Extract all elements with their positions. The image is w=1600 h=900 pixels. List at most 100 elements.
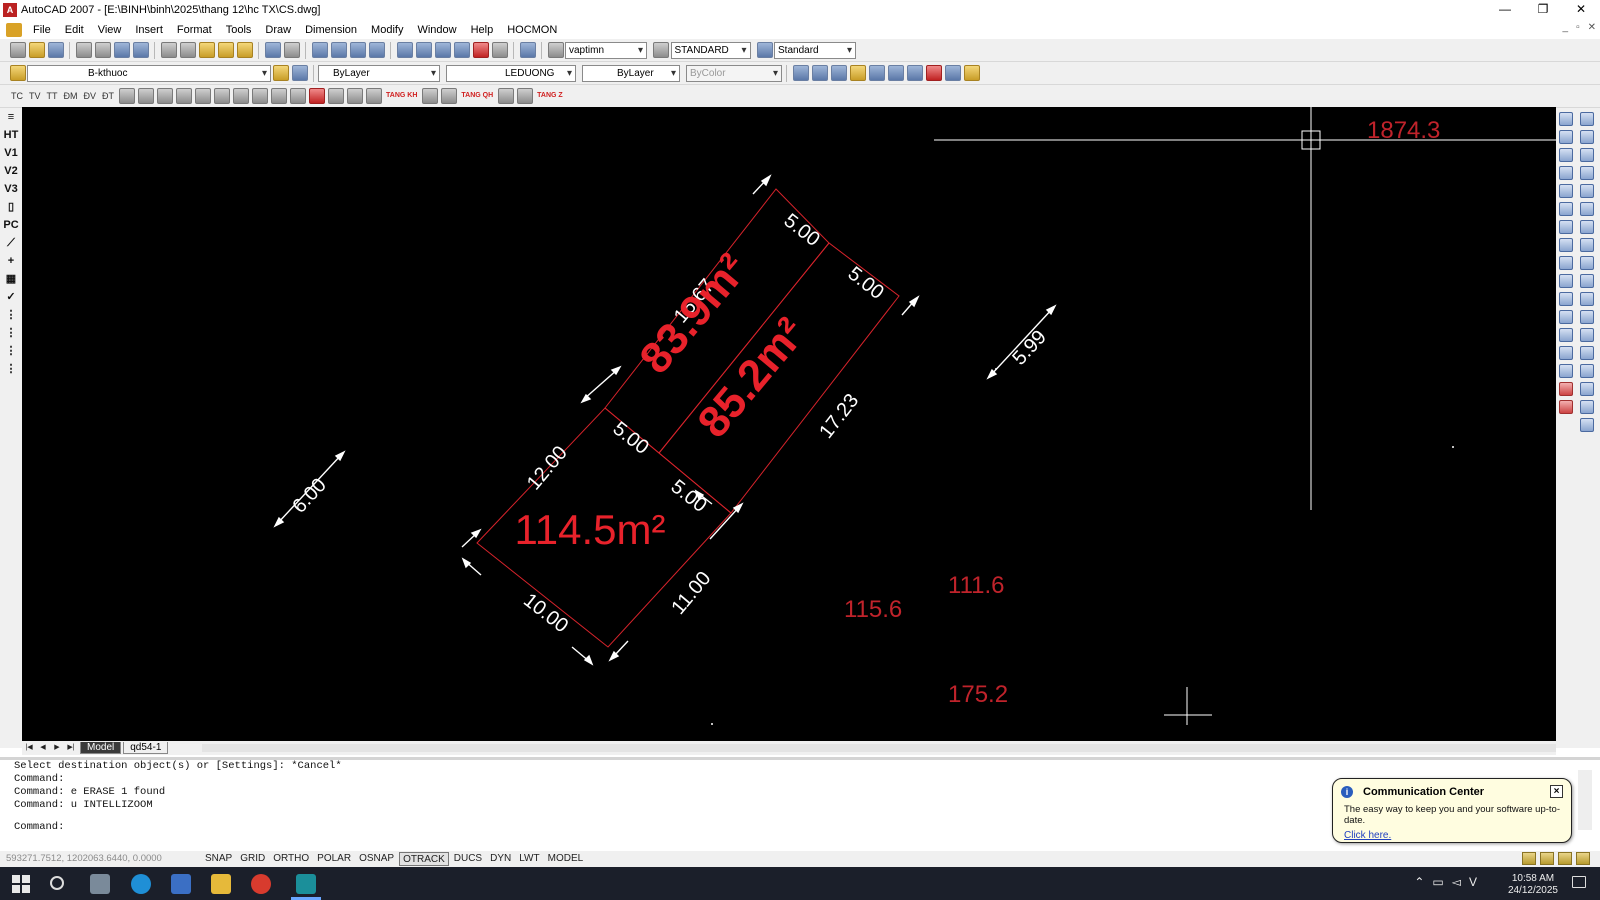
explode-icon[interactable]: [1559, 364, 1573, 378]
left-button-v2[interactable]: V2: [0, 162, 22, 180]
custom-tool-15-icon[interactable]: [421, 88, 438, 104]
coordinate-display[interactable]: 593271.7512, 1202063.6440, 0.0000: [4, 852, 200, 866]
first-tab-button[interactable]: |◀: [22, 742, 36, 754]
next-tab-button[interactable]: ▶: [50, 742, 64, 754]
quickcalc-icon[interactable]: [491, 42, 508, 58]
tab-qd54-1[interactable]: qd54-1: [123, 742, 169, 754]
chrome-icon[interactable]: [251, 874, 271, 894]
dim-style-icon[interactable]: [653, 42, 669, 58]
task-view-icon[interactable]: [90, 874, 110, 894]
menu-draw[interactable]: Draw: [258, 24, 298, 36]
open-icon[interactable]: [28, 42, 45, 58]
custom-tool-18-icon[interactable]: [516, 88, 533, 104]
table-style-icon[interactable]: [756, 42, 773, 58]
redo-icon[interactable]: [283, 42, 300, 58]
custom-button-dt[interactable]: ĐT: [102, 91, 114, 101]
layer-tool-1-icon[interactable]: [792, 65, 809, 81]
last-tab-button[interactable]: ▶|: [64, 742, 78, 754]
custom-tool-10-icon[interactable]: [289, 88, 306, 104]
left-button-ht[interactable]: HT: [0, 126, 22, 144]
dim-style-select[interactable]: STANDARD: [670, 41, 751, 59]
arc-length-icon[interactable]: [1580, 148, 1594, 162]
diameter-dim-icon[interactable]: [1580, 220, 1594, 234]
custom-button-tt[interactable]: TT: [47, 91, 58, 101]
pan-icon[interactable]: [311, 42, 328, 58]
menu-hocmon[interactable]: HOCMON: [500, 24, 564, 36]
custom-button-tv[interactable]: TV: [29, 91, 41, 101]
file-explorer-icon[interactable]: [211, 874, 231, 894]
left-button-v1[interactable]: V1: [0, 144, 22, 162]
ducs-toggle[interactable]: DUCS: [451, 852, 485, 866]
table-style-select[interactable]: Standard: [774, 41, 856, 59]
layer-select[interactable]: B-kthuoc: [27, 64, 271, 82]
dyn-toggle[interactable]: DYN: [487, 852, 514, 866]
drawing-canvas[interactable]: 16.67 5.00 5.00 12.00 5.00 5.00 17.23 11…: [22, 107, 1556, 741]
hatch-icon[interactable]: [1559, 328, 1573, 342]
custom-tool-4-icon[interactable]: [175, 88, 192, 104]
custom-tool-7-icon[interactable]: [232, 88, 249, 104]
ray-icon[interactable]: [1559, 166, 1573, 180]
plot-icon[interactable]: [75, 42, 92, 58]
break-icon[interactable]: [1559, 220, 1573, 234]
left-tool-check-icon[interactable]: ✓: [0, 288, 22, 306]
lineweight-select[interactable]: ByLayer: [582, 64, 680, 82]
left-button-v3[interactable]: V3: [0, 180, 22, 198]
custom-tool-3-icon[interactable]: [156, 88, 173, 104]
edge-icon[interactable]: [131, 874, 151, 894]
layer-tool-4-icon[interactable]: [849, 65, 866, 81]
custom-tool-5-icon[interactable]: [194, 88, 211, 104]
document-menu-icon[interactable]: [6, 22, 22, 37]
custom-tool-9-icon[interactable]: [270, 88, 287, 104]
autocad-logo-icon[interactable]: A: [3, 3, 17, 17]
layer-tool-7-icon[interactable]: [906, 65, 923, 81]
tool-palettes-icon[interactable]: [434, 42, 451, 58]
comm-center-icon[interactable]: [1522, 852, 1536, 865]
construction-line-icon[interactable]: [1559, 148, 1573, 162]
tab-model[interactable]: Model: [80, 742, 122, 754]
left-tool-xy4-icon[interactable]: ⋮: [0, 360, 22, 378]
left-tool-box-icon[interactable]: ▯: [0, 198, 22, 216]
zoom-previous-icon[interactable]: [368, 42, 385, 58]
quick-leader-icon[interactable]: [1580, 310, 1594, 324]
extend-icon[interactable]: [1559, 202, 1573, 216]
layer-previous-icon[interactable]: [291, 65, 308, 81]
block-editor-icon[interactable]: [236, 42, 253, 58]
dim-text-edit-icon[interactable]: [1580, 382, 1594, 396]
polar-toggle[interactable]: POLAR: [314, 852, 354, 866]
doc-restore-button[interactable]: ▫: [1576, 22, 1580, 33]
jogged-dim-icon[interactable]: [1580, 202, 1594, 216]
custom-button-tc[interactable]: TC: [11, 91, 23, 101]
help-icon[interactable]: [519, 42, 536, 58]
dim-style-manager-icon[interactable]: [1580, 418, 1594, 432]
linear-dim-icon[interactable]: [1580, 112, 1594, 126]
custom-tool-1-icon[interactable]: [118, 88, 135, 104]
stretch-icon[interactable]: [1559, 310, 1573, 324]
offset-icon[interactable]: [1559, 292, 1573, 306]
custom-button-tang-qh[interactable]: TANG QH: [461, 92, 493, 100]
doc-minimize-button[interactable]: _: [1563, 22, 1569, 33]
properties-icon[interactable]: [396, 42, 413, 58]
clean-screen-icon[interactable]: [1576, 852, 1590, 865]
publish-icon[interactable]: [113, 42, 130, 58]
zoom-window-icon[interactable]: [349, 42, 366, 58]
close-button[interactable]: ✕: [1562, 0, 1600, 18]
left-tool-line-icon[interactable]: ⟋: [0, 234, 22, 252]
zoom-realtime-icon[interactable]: [330, 42, 347, 58]
left-tool-xy3-icon[interactable]: ⋮: [0, 342, 22, 360]
left-tool-top-icon[interactable]: ≡: [0, 108, 22, 126]
layer-tool-10-icon[interactable]: [963, 65, 980, 81]
ortho-toggle[interactable]: ORTHO: [270, 852, 312, 866]
layer-tool-5-icon[interactable]: [868, 65, 885, 81]
angular-dim-icon[interactable]: [1580, 238, 1594, 252]
region-icon[interactable]: [1559, 256, 1573, 270]
layer-tool-6-icon[interactable]: [887, 65, 904, 81]
custom-tool-13-icon[interactable]: [346, 88, 363, 104]
prev-tab-button[interactable]: ◀: [36, 742, 50, 754]
custom-tool-12-icon[interactable]: [327, 88, 344, 104]
model-toggle[interactable]: MODEL: [545, 852, 587, 866]
layer-tool-2-icon[interactable]: [811, 65, 828, 81]
notification-icon[interactable]: [1572, 876, 1586, 888]
menu-edit[interactable]: Edit: [58, 24, 91, 36]
polyline-icon[interactable]: [1559, 130, 1573, 144]
clock[interactable]: 10:58 AM 24/12/2025: [1508, 873, 1558, 897]
